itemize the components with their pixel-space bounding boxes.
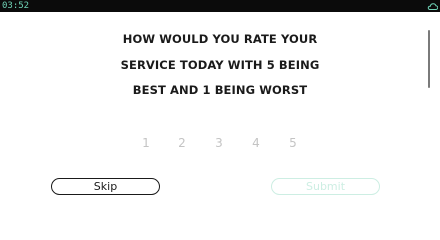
scrollbar[interactable] xyxy=(428,30,430,88)
question-line-2: SERVICE TODAY WITH 5 BEING xyxy=(120,57,320,72)
rating-option-1[interactable]: 1 xyxy=(137,134,155,152)
cloud-icon xyxy=(427,3,438,10)
rating-option-5[interactable]: 5 xyxy=(284,134,302,152)
rating-row: 1 2 3 4 5 xyxy=(0,134,440,152)
question-line-1: HOW WOULD YOU RATE YOUR xyxy=(122,32,318,46)
submit-button[interactable]: Submit xyxy=(271,178,380,195)
status-time: 03:52 xyxy=(2,1,30,11)
question-line-3: BEST AND 1 BEING WORST xyxy=(132,83,308,97)
survey-question: HOW WOULD YOU RATE YOUR SERVICE TODAY WI… xyxy=(60,28,380,105)
rating-option-2[interactable]: 2 xyxy=(173,134,191,152)
rating-option-4[interactable]: 4 xyxy=(247,134,265,152)
skip-button[interactable]: Skip xyxy=(51,178,160,195)
status-bar: 03:52 xyxy=(0,0,440,12)
rating-option-3[interactable]: 3 xyxy=(210,134,228,152)
